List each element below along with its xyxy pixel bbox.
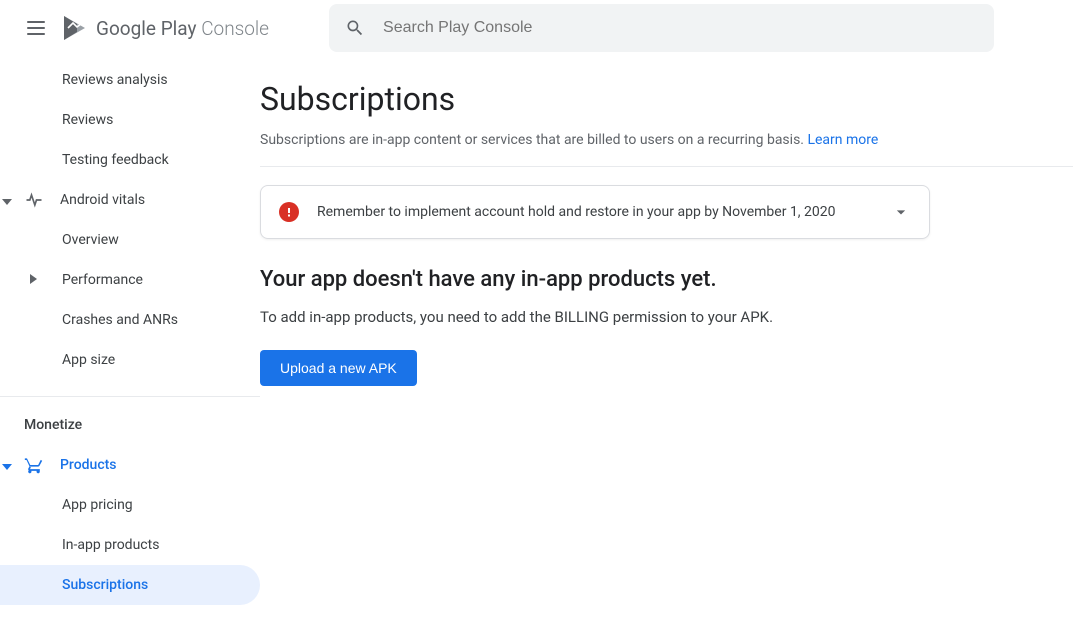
sidebar-item-performance[interactable]: Performance xyxy=(0,260,260,300)
sidebar-item-in-app-products[interactable]: In-app products xyxy=(0,525,260,565)
cart-icon xyxy=(24,455,44,475)
menu-icon xyxy=(27,21,45,35)
sidebar-item-crashes-anrs[interactable]: Crashes and ANRs xyxy=(0,300,260,340)
brand-logo[interactable]: Google Play Console xyxy=(62,14,269,42)
sidebar-item-label: Overview xyxy=(62,232,119,248)
empty-state-title: Your app doesn't have any in-app product… xyxy=(260,267,1073,292)
sidebar-item-label: Subscriptions xyxy=(62,577,148,593)
chevron-down-icon[interactable] xyxy=(891,202,911,222)
sidebar-item-label: Performance xyxy=(62,272,143,288)
learn-more-link[interactable]: Learn more xyxy=(807,132,878,148)
chevron-down-icon xyxy=(2,460,12,470)
chevron-down-icon xyxy=(2,195,12,205)
sidebar-item-app-size[interactable]: App size xyxy=(0,340,260,380)
sidebar-item-app-pricing[interactable]: App pricing xyxy=(0,485,260,525)
sidebar-item-label: App size xyxy=(62,352,115,368)
content-divider xyxy=(260,166,1073,167)
sidebar-item-testing-feedback[interactable]: Testing feedback xyxy=(0,140,260,180)
page-subtitle: Subscriptions are in-app content or serv… xyxy=(260,132,1073,148)
error-icon xyxy=(279,202,299,222)
sidebar-item-label: Android vitals xyxy=(60,192,145,208)
sidebar-item-label: Crashes and ANRs xyxy=(62,312,178,328)
play-console-icon xyxy=(62,14,90,42)
chevron-right-icon xyxy=(30,272,38,288)
sidebar-item-label: Reviews analysis xyxy=(62,72,168,88)
sidebar-item-label: In-app products xyxy=(62,537,159,553)
app-header: Google Play Console xyxy=(0,0,1073,56)
main-content: Subscriptions Subscriptions are in-app c… xyxy=(260,56,1073,639)
search-input[interactable] xyxy=(383,19,978,37)
subtitle-text: Subscriptions are in-app content or serv… xyxy=(260,132,807,148)
sidebar-item-reviews-analysis[interactable]: Reviews analysis xyxy=(0,60,260,100)
empty-state-text: To add in-app products, you need to add … xyxy=(260,308,1073,326)
sidebar-item-android-vitals[interactable]: Android vitals xyxy=(0,180,260,220)
alert-text: Remember to implement account hold and r… xyxy=(317,204,873,220)
sidebar: Ratings Reviews analysis Reviews Testing… xyxy=(0,56,260,639)
upload-apk-button[interactable]: Upload a new APK xyxy=(260,350,417,386)
sidebar-item-label: Testing feedback xyxy=(62,152,169,168)
alert-banner[interactable]: Remember to implement account hold and r… xyxy=(260,185,930,239)
search-icon xyxy=(345,18,365,38)
sidebar-item-reviews[interactable]: Reviews xyxy=(0,100,260,140)
search-bar[interactable] xyxy=(329,4,994,52)
brand-text: Google Play Console xyxy=(96,17,269,40)
sidebar-item-products[interactable]: Products xyxy=(0,445,260,485)
sidebar-item-label: Products xyxy=(60,457,117,473)
menu-button[interactable] xyxy=(16,8,56,48)
vitals-icon xyxy=(24,190,44,210)
sidebar-item-label: Reviews xyxy=(62,112,113,128)
sidebar-item-overview[interactable]: Overview xyxy=(0,220,260,260)
sidebar-item-subscriptions[interactable]: Subscriptions xyxy=(0,565,260,605)
sidebar-item-label: App pricing xyxy=(62,497,133,513)
page-title: Subscriptions xyxy=(260,80,1073,118)
sidebar-category-monetize: Monetize xyxy=(0,397,260,445)
